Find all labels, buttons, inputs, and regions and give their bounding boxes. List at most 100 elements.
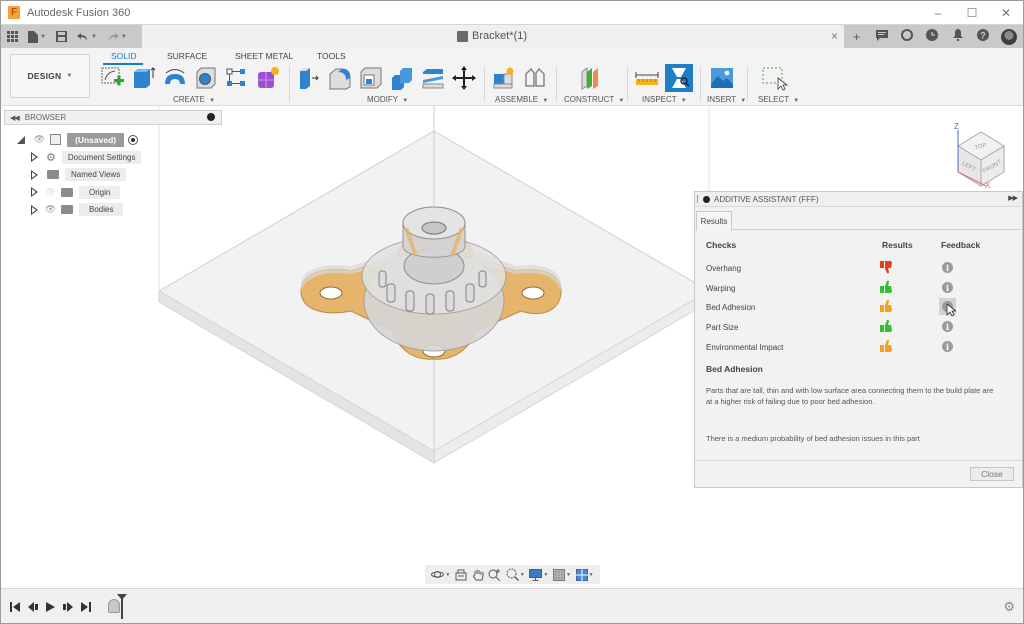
comment-icon[interactable] (875, 29, 889, 44)
activate-radio[interactable] (128, 134, 139, 145)
step-forward-button[interactable] (62, 601, 74, 613)
timeline-playhead[interactable] (117, 594, 127, 619)
thumbs-down-icon (880, 261, 892, 274)
modify-menu[interactable]: MODIFY ▼ (367, 95, 408, 104)
tree-root[interactable]: 👁 (Unsaved) (17, 131, 141, 149)
expand-triangle-icon[interactable] (31, 187, 38, 198)
eye-icon[interactable]: 👁 (44, 204, 57, 215)
extrude-button[interactable] (132, 66, 156, 90)
joint-button[interactable] (523, 66, 547, 90)
timeline-feature-marker[interactable] (108, 599, 120, 613)
extensions-icon[interactable] (900, 29, 914, 44)
press-pull-button[interactable] (297, 66, 321, 90)
pan-button[interactable] (472, 568, 484, 581)
view-cube[interactable]: TOP LEFT FRONT Z X (946, 118, 1016, 190)
collapse-triangle-icon[interactable] (17, 135, 25, 144)
expand-panel-icon[interactable]: ▶▶ (1008, 194, 1018, 202)
info-icon[interactable]: i (942, 262, 953, 273)
eye-icon[interactable]: 👁 (33, 134, 46, 145)
insert-menu[interactable]: INSERT ▼ (707, 95, 746, 104)
move-copy-button[interactable] (452, 66, 476, 90)
tree-item-named-views[interactable]: Named Views (31, 166, 141, 184)
zoom-button[interactable] (488, 568, 501, 581)
go-to-end-button[interactable] (80, 601, 92, 613)
split-body-button[interactable] (421, 66, 445, 90)
construct-menu[interactable]: CONSTRUCT ▼ (564, 95, 624, 104)
info-icon[interactable]: i (942, 282, 953, 293)
select-menu[interactable]: SELECT ▼ (758, 95, 799, 104)
look-at-button[interactable] (455, 569, 467, 581)
inspect-menu[interactable]: INSPECT ▼ (642, 95, 687, 104)
tab-surface[interactable]: SURFACE (167, 51, 207, 61)
job-status-icon[interactable] (925, 29, 939, 44)
svg-text:?: ? (980, 31, 986, 41)
user-avatar[interactable] (1001, 28, 1018, 45)
redo-button[interactable]: ▼ (107, 32, 127, 42)
assemble-menu[interactable]: ASSEMBLE ▼ (495, 95, 548, 104)
insert-image-button[interactable] (710, 66, 734, 90)
create-form-button[interactable] (256, 66, 280, 90)
tree-item-bodies[interactable]: 👁 Bodies (31, 201, 141, 219)
step-back-button[interactable] (27, 601, 39, 613)
grid-icon[interactable] (7, 31, 18, 42)
document-tab[interactable]: Bracket*(1) (457, 30, 527, 42)
additive-assistant-button[interactable] (665, 64, 693, 92)
hole-button[interactable] (194, 66, 218, 90)
panel-header[interactable]: ADDITIVE ASSISTANT (FFF) ▶▶ (695, 192, 1022, 207)
timeline-settings-gear-icon[interactable]: ⚙ (1003, 599, 1015, 615)
notifications-icon[interactable] (951, 29, 965, 44)
minimize-panel-icon[interactable] (703, 195, 710, 203)
help-icon[interactable]: ? (976, 29, 990, 44)
expand-triangle-icon[interactable] (31, 169, 38, 180)
pattern-button[interactable] (225, 66, 249, 90)
canvas-viewport[interactable]: ◀◀ BROWSER 👁 (Unsaved) ⚙ Document Settin… (1, 106, 1023, 588)
close-window-button[interactable]: ✕ (989, 1, 1023, 24)
orbit-button[interactable]: ▼ (431, 568, 450, 581)
maximize-button[interactable]: ☐ (955, 1, 989, 24)
chevron-down-icon: ▼ (90, 33, 97, 40)
workspace-switcher[interactable]: DESIGN ▼ (10, 54, 90, 98)
info-icon[interactable]: i (942, 321, 953, 332)
expand-triangle-icon[interactable] (31, 204, 38, 215)
undo-button[interactable]: ▼ (76, 32, 97, 42)
minimize-button[interactable]: – (921, 1, 955, 24)
shell-button[interactable] (359, 66, 383, 90)
tab-tools[interactable]: TOOLS (317, 51, 346, 61)
browser-panel-header[interactable]: ◀◀ BROWSER (4, 110, 222, 125)
grid-settings-button[interactable]: ▼ (553, 568, 571, 581)
folder-icon (47, 170, 59, 180)
close-tab-button[interactable]: × (831, 29, 838, 43)
fit-button[interactable]: ▼ (506, 568, 525, 581)
expand-triangle-icon[interactable] (31, 152, 38, 163)
window-select-button[interactable] (762, 66, 789, 91)
tab-results[interactable]: Results (696, 211, 732, 231)
tree-item-origin[interactable]: 👁 Origin (31, 184, 141, 202)
viewports-button[interactable]: ▼ (575, 568, 594, 581)
tree-item-label: Bodies (79, 203, 124, 217)
minimize-browser-icon[interactable] (207, 113, 215, 121)
check-row-warping: Warping i (706, 280, 1006, 296)
close-button[interactable]: Close (970, 467, 1014, 481)
combine-button[interactable] (390, 66, 414, 90)
collapse-browser-icon[interactable]: ◀◀ (10, 114, 20, 122)
eye-hidden-icon[interactable]: 👁 (44, 187, 57, 198)
tree-item-document-settings[interactable]: ⚙ Document Settings (31, 149, 142, 167)
tab-sheet-metal[interactable]: SHEET METAL (235, 51, 293, 61)
new-tab-button[interactable]: + (850, 30, 864, 44)
new-component-button[interactable] (492, 66, 516, 90)
play-button[interactable] (44, 601, 56, 613)
display-settings-button[interactable]: ▼ (529, 568, 548, 581)
measure-button[interactable] (635, 66, 659, 90)
save-icon[interactable] (55, 31, 67, 42)
fillet-button[interactable] (328, 66, 352, 90)
go-to-start-button[interactable] (9, 601, 21, 613)
create-menu[interactable]: CREATE ▼ (173, 95, 215, 104)
drag-handle[interactable] (697, 195, 699, 203)
revolve-button[interactable] (163, 66, 187, 90)
offset-plane-button[interactable] (579, 66, 603, 90)
tab-solid[interactable]: SOLID (111, 51, 137, 61)
info-icon[interactable]: i (942, 341, 953, 352)
create-sketch-button[interactable] (101, 66, 125, 90)
file-menu-button[interactable]: ▼ (28, 30, 46, 43)
look-at-icon (455, 569, 467, 580)
